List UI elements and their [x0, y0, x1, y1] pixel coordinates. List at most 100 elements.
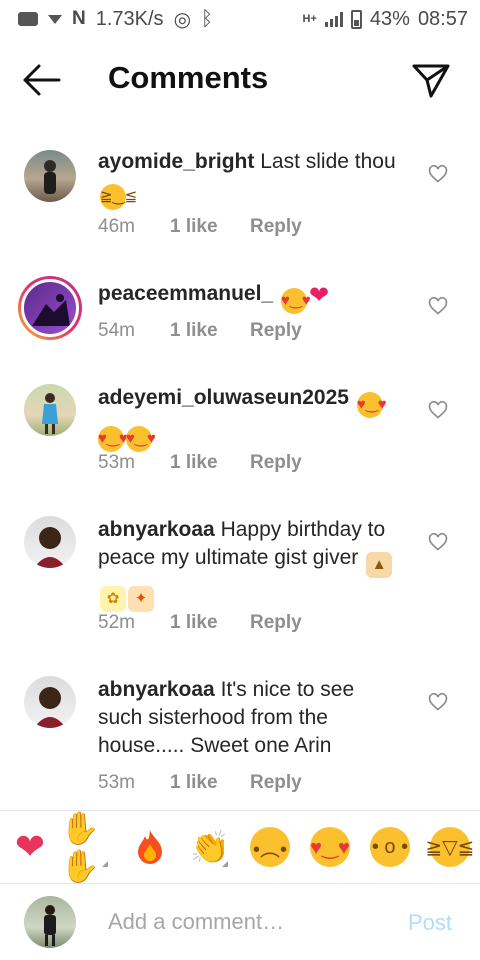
heart-eyes-reaction-button[interactable]: ♥‿♥	[300, 817, 360, 877]
bluetooth-icon: ᛒ	[201, 7, 214, 30]
n-logo-icon: N	[72, 8, 86, 29]
comment-time: 46m	[98, 216, 135, 237]
grinning-squint-icon: ≧▽≦	[426, 827, 474, 867]
comment-likes[interactable]: 1 like	[170, 612, 250, 634]
comment-likes[interactable]: 1 like	[170, 772, 250, 794]
network-type: H+	[302, 13, 317, 25]
comment-meta: 52m 1 like Reply	[98, 612, 302, 634]
heart-outline-icon	[428, 400, 448, 419]
avatar-with-story-ring[interactable]	[18, 276, 82, 340]
clapping-hands-reaction-button[interactable]: 👏	[180, 817, 240, 877]
heart-eyes-emoji-icon: ♥‿♥	[98, 426, 128, 452]
comment-item: abnyarkoaa Happy birthday to peace my ul…	[0, 508, 480, 648]
heart-eyes-emoji-icon: ♥‿♥	[280, 288, 311, 314]
network-speed: 1.73K/s	[95, 7, 164, 30]
comment-body: abnyarkoaa Happy birthday to peace my ul…	[98, 516, 408, 612]
message-icon	[18, 12, 38, 26]
hotspot-icon: ◎	[173, 8, 192, 31]
comment-time: 52m	[98, 612, 135, 633]
comment-meta: 53m 1 like Reply	[98, 452, 302, 474]
signal-icon	[324, 11, 343, 27]
surprised-face-icon: • o •	[370, 827, 410, 867]
reply-button[interactable]: Reply	[250, 320, 302, 342]
reply-button[interactable]: Reply	[250, 216, 302, 238]
heart-outline-icon	[428, 692, 448, 711]
status-bar: N 1.73K/s ◎ ᛒ H+ 43% 08:57	[0, 0, 480, 38]
back-button[interactable]	[22, 62, 62, 98]
comment-likes[interactable]: 1 like	[170, 452, 250, 474]
avatar[interactable]	[24, 676, 76, 728]
skin-tone-indicator-icon	[102, 861, 108, 867]
avatar[interactable]	[24, 150, 76, 202]
comment-meta: 46m 1 like Reply	[98, 216, 302, 238]
comment-meta: 53m 1 like Reply	[98, 772, 302, 794]
red-heart-icon: ❤	[14, 826, 46, 867]
comment-likes[interactable]: 1 like	[170, 320, 250, 342]
reply-button[interactable]: Reply	[250, 612, 302, 634]
comment-username[interactable]: ayomide_bright	[98, 150, 254, 173]
my-avatar[interactable]	[24, 896, 76, 948]
quick-reaction-bar: ❤ ✋✋ 👏 •︵• ♥‿♥ • o • ≧▽≦	[0, 810, 480, 884]
like-comment-button[interactable]	[428, 532, 448, 552]
reply-button[interactable]: Reply	[250, 772, 302, 794]
comment-item: abnyarkoaa It's nice to see such sisterh…	[0, 668, 480, 808]
red-heart-reaction-button[interactable]: ❤	[0, 817, 60, 877]
fire-reaction-button[interactable]	[120, 817, 180, 877]
comment-time: 53m	[98, 452, 135, 473]
birthday-cake-emoji-icon: ▲	[366, 552, 393, 578]
comment-username[interactable]: peaceemmanuel_	[98, 282, 273, 305]
raising-hands-reaction-button[interactable]: ✋✋	[60, 810, 120, 884]
comment-time: 53m	[98, 772, 135, 793]
comment-body: ayomide_bright Last slide thou ≧‿≦	[98, 148, 398, 210]
grinning-squint-reaction-button[interactable]: ≧▽≦	[420, 817, 480, 877]
comment-body: peaceemmanuel_ ♥‿♥❤	[98, 280, 428, 314]
comment-input[interactable]	[108, 906, 388, 938]
skin-tone-indicator-icon	[222, 861, 228, 867]
heart-eyes-icon: ♥‿♥	[310, 827, 350, 867]
share-button[interactable]	[410, 60, 452, 100]
heart-outline-icon	[428, 532, 448, 551]
sad-face-reaction-button[interactable]: •︵•	[240, 817, 300, 877]
comment-body: abnyarkoaa It's nice to see such sisterh…	[98, 676, 398, 760]
like-comment-button[interactable]	[428, 692, 448, 712]
post-button[interactable]: Post	[408, 910, 452, 936]
page-title: Comments	[108, 60, 269, 95]
comment-item: ayomide_bright Last slide thou ≧‿≦ 46m 1 …	[0, 140, 480, 250]
comment-username[interactable]: abnyarkoaa	[98, 518, 215, 541]
comment-composer: Post	[0, 884, 480, 960]
comment-text: Last slide thou	[260, 150, 396, 173]
comment-username[interactable]: adeyemi_oluwaseun2025	[98, 386, 349, 409]
like-comment-button[interactable]	[428, 296, 448, 316]
avatar[interactable]	[24, 384, 76, 436]
back-arrow-icon	[23, 64, 61, 96]
fire-icon	[138, 830, 162, 864]
battery-icon	[350, 9, 362, 29]
comment-item: adeyemi_oluwaseun2025 ♥‿♥ ♥‿♥♥‿♥ 53m 1 l…	[0, 376, 480, 486]
comment-item: peaceemmanuel_ ♥‿♥❤ 54m 1 like Reply	[0, 272, 480, 362]
confetti-ball-emoji-icon: ✦	[128, 586, 154, 612]
comment-username[interactable]: abnyarkoaa	[98, 678, 215, 701]
heart-outline-icon	[428, 164, 448, 183]
pink-heart-emoji-icon: ❤	[308, 282, 330, 309]
heart-eyes-emoji-icon: ♥‿♥	[126, 426, 156, 452]
battery-level: 43%	[369, 7, 410, 30]
bouquet-emoji-icon: ✿	[100, 586, 126, 612]
like-comment-button[interactable]	[428, 164, 448, 184]
header: Comments	[0, 50, 480, 110]
comment-time: 54m	[98, 320, 135, 341]
reply-button[interactable]: Reply	[250, 452, 302, 474]
comment-likes[interactable]: 1 like	[170, 216, 250, 238]
comment-meta: 54m 1 like Reply	[98, 320, 302, 342]
clock: 08:57	[417, 7, 468, 30]
heart-eyes-emoji-icon: ♥‿♥	[356, 392, 387, 418]
surprised-face-reaction-button[interactable]: • o •	[360, 817, 420, 877]
hourglass-icon	[48, 14, 62, 24]
sad-face-icon: •︵•	[250, 827, 290, 867]
avatar[interactable]	[24, 516, 76, 568]
paper-plane-icon	[412, 64, 450, 98]
comment-body: adeyemi_oluwaseun2025 ♥‿♥ ♥‿♥♥‿♥	[98, 384, 418, 452]
heart-outline-icon	[428, 296, 448, 315]
grinning-squint-emoji-icon: ≧‿≦	[100, 184, 137, 210]
like-comment-button[interactable]	[428, 400, 448, 420]
raising-hands-icon: ✋✋	[60, 810, 100, 884]
